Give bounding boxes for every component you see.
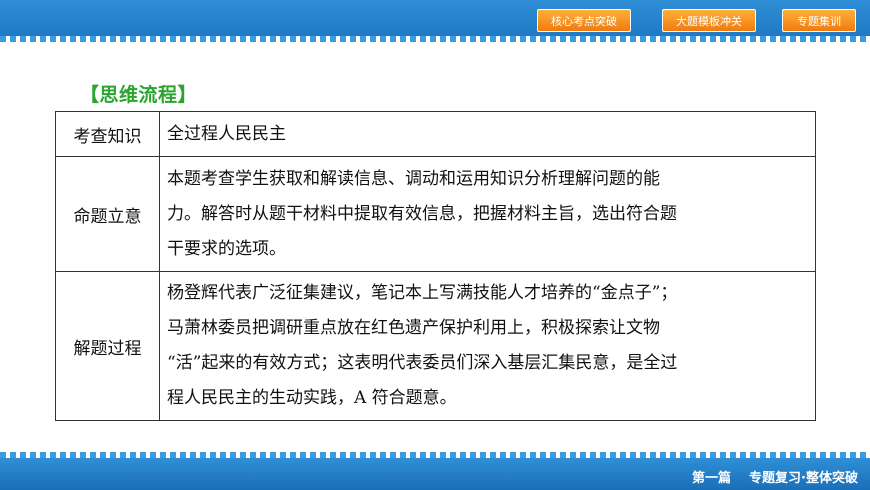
section-heading: 【思维流程】	[80, 84, 198, 106]
content-line: 杨登辉代表广泛征集建议，笔记本上写满技能人才培养的“金点子”；	[167, 283, 678, 303]
footer-subtitle: 专题复习·整体突破	[749, 471, 858, 486]
content-line: 本题考查学生获取和解读信息、调动和运用知识分析理解问题的能	[167, 168, 660, 189]
content-line: “活”起来的有效方式；这表明代表委员们深入基层汇集民意，是全过	[167, 353, 678, 373]
content-line: 程人民民主的生动实践，A 符合题意。	[167, 388, 457, 408]
table-row: 命题立意 本题考查学生获取和解读信息、调动和运用知识分析理解问题的能 力。解答时…	[55, 156, 816, 272]
content-line: 全过程人民民主	[167, 123, 286, 144]
row-label: 命题立意	[55, 156, 160, 272]
nav-special-training-button[interactable]: 专题集训	[782, 9, 856, 32]
content-line: 干要求的选项。	[167, 238, 286, 259]
row-label: 解题过程	[55, 271, 160, 421]
row-content: 杨登辉代表广泛征集建议，笔记本上写满技能人才培养的“金点子”； 马萧林委员把调研…	[159, 271, 816, 421]
table-row: 考查知识 全过程人民民主	[55, 111, 816, 157]
content-line: 力。解答时从题干材料中提取有效信息，把握材料主旨，选出符合题	[167, 203, 677, 224]
table-row: 解题过程 杨登辉代表广泛征集建议，笔记本上写满技能人才培养的“金点子”； 马萧林…	[55, 271, 816, 421]
row-content: 本题考查学生获取和解读信息、调动和运用知识分析理解问题的能 力。解答时从题干材料…	[159, 156, 816, 272]
footer-part: 第一篇	[692, 471, 732, 486]
footer-title: 第一篇 专题复习·整体突破	[692, 467, 858, 486]
thinking-process-table: 考查知识 全过程人民民主 命题立意 本题考查学生获取和解读信息、调动和运用知识分…	[55, 111, 816, 421]
content-line: 马萧林委员把调研重点放在红色遗产保护利用上，积极探索让文物	[167, 318, 660, 338]
nav-core-points-button[interactable]: 核心考点突破	[537, 9, 631, 32]
row-content: 全过程人民民主	[159, 111, 816, 157]
top-dashed-divider	[0, 36, 870, 42]
row-label: 考查知识	[55, 111, 160, 157]
nav-templates-button[interactable]: 大题模板冲关	[662, 9, 756, 32]
